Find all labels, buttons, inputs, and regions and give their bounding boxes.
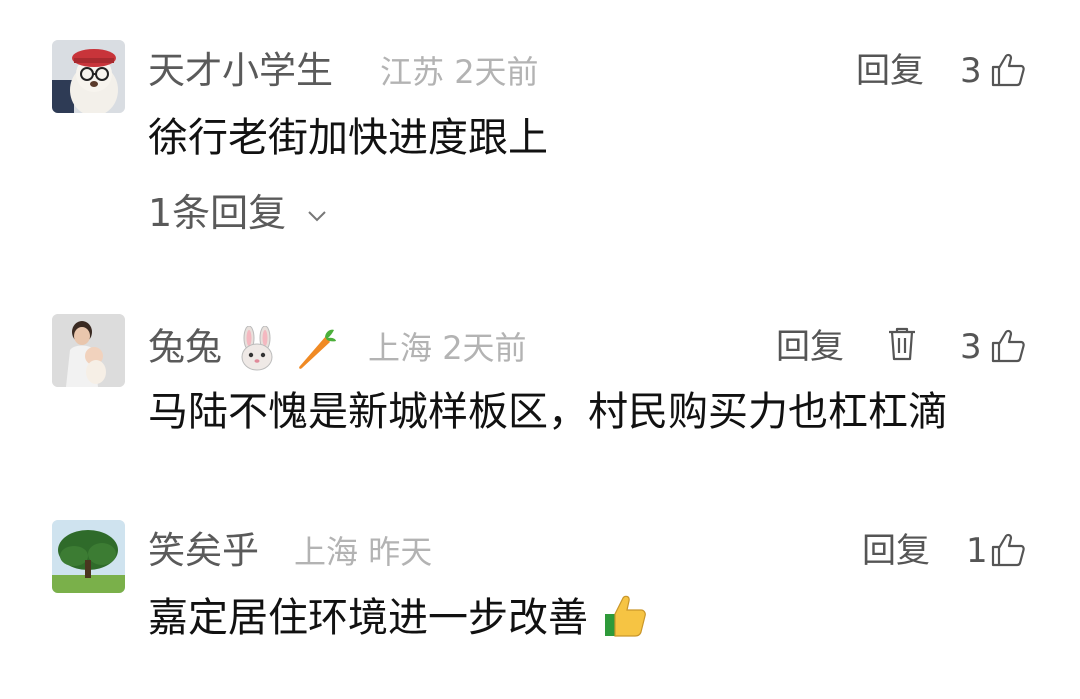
location: 上海: [294, 533, 359, 571]
thumbs-up-icon[interactable]: [990, 52, 1026, 88]
like-count: 1: [966, 531, 988, 571]
username[interactable]: 天才小学生: [148, 52, 333, 89]
location: 江苏: [380, 53, 445, 91]
username[interactable]: 笑矣乎: [148, 532, 259, 569]
rabbit-face-emoji: [241, 326, 273, 371]
timestamp: 2天前: [442, 329, 527, 367]
avatar[interactable]: [52, 314, 125, 387]
comment-text: 马陆不愧是新城样板区，村民购买力也杠杠滴: [148, 389, 948, 435]
comment-text-body: 嘉定居住环境进一步改善: [148, 595, 588, 641]
avatar[interactable]: [52, 520, 125, 593]
username-text: 兔兔: [148, 325, 222, 369]
comment-meta: 江苏 2天前: [380, 56, 539, 88]
reply-button[interactable]: 回复: [776, 330, 844, 364]
like-count: 3: [960, 327, 982, 367]
view-replies-button[interactable]: 1条回复: [148, 194, 328, 232]
chevron-down-icon: [308, 210, 326, 221]
replies-count-label: 1条回复: [148, 191, 287, 235]
thumbs-up-emoji: [604, 595, 646, 637]
comment-meta: 上海 昨天: [294, 536, 432, 568]
like-count: 3: [960, 51, 982, 91]
comment-text: 徐行老街加快进度跟上: [148, 115, 548, 161]
comment-text: 嘉定居住环境进一步改善: [148, 595, 649, 641]
reply-button[interactable]: 回复: [856, 54, 924, 88]
thumbs-up-icon[interactable]: [990, 532, 1026, 568]
carrot-emoji: [298, 329, 336, 369]
thumbs-up-icon[interactable]: [990, 328, 1026, 364]
trash-icon[interactable]: [886, 326, 918, 362]
timestamp: 2天前: [454, 53, 539, 91]
timestamp: 昨天: [368, 533, 433, 571]
comment-meta: 上海 2天前: [368, 332, 527, 364]
location: 上海: [368, 329, 433, 367]
reply-button[interactable]: 回复: [862, 534, 930, 568]
avatar[interactable]: [52, 40, 125, 113]
username[interactable]: 兔兔: [148, 326, 338, 372]
